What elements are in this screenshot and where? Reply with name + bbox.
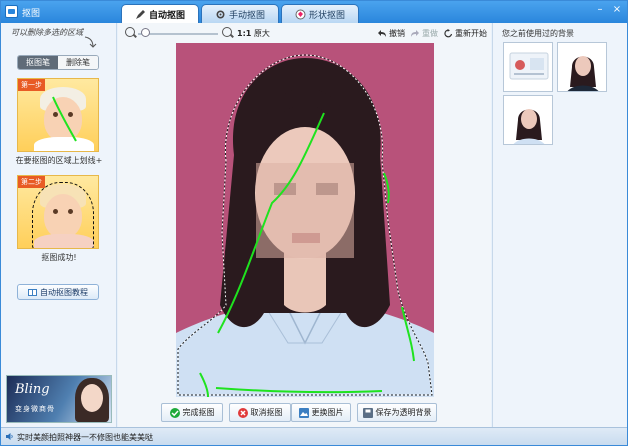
hint-arrow-icon [84, 36, 97, 48]
delete-brush-button[interactable]: 删除笔 [58, 56, 98, 69]
step-one-illustration: 第一步 [17, 78, 99, 152]
id-card-thumbnail [504, 43, 552, 91]
replace-image-button[interactable]: 更换图片 [291, 403, 351, 422]
save-transparent-button[interactable]: 保存为透明背景 [357, 403, 437, 422]
app-logo-icon [5, 5, 18, 18]
selection-outline [32, 182, 94, 248]
status-text[interactable]: 实时美颜拍照神器一不修图也能美美哒 [17, 432, 153, 443]
undo-label: 撤销 [389, 29, 405, 38]
title-bar: 抠图 自动抠图 手动抠图 形状抠图 – × [1, 1, 627, 23]
tab-auto-cutout[interactable]: 自动抠图 [121, 4, 199, 23]
original-size-button[interactable]: 1:1 原大 [237, 28, 270, 39]
tab-label: 形状抠图 [308, 10, 345, 21]
speaker-icon [6, 433, 13, 440]
zoom-in-icon[interactable] [222, 27, 232, 37]
tutorial-button-label: 自动抠图教程 [40, 287, 88, 297]
redo-icon [411, 30, 419, 37]
portrait-photo [176, 43, 434, 397]
cancel-cutout-button[interactable]: 取消抠图 [229, 403, 291, 422]
editor-toolbar: 1:1 原大 撤销 重做 重新开始 [118, 23, 491, 43]
minimize-button[interactable]: – [593, 3, 607, 17]
tab-manual-cutout[interactable]: 手动抠图 [201, 4, 279, 23]
image-icon [298, 407, 309, 418]
redo-button[interactable]: 重做 [410, 28, 438, 39]
step-tag: 第一步 [18, 79, 45, 91]
step-tag: 第二步 [18, 176, 45, 188]
background-thumbnail[interactable] [503, 42, 553, 92]
ratio-text: 1:1 [237, 29, 252, 38]
promo-banner[interactable]: Bling 变身微商骨 [6, 375, 112, 423]
undo-icon [378, 30, 386, 37]
photo-canvas[interactable] [176, 43, 434, 397]
zoom-slider[interactable] [138, 33, 218, 35]
promo-subtitle: 变身微商骨 [15, 405, 55, 413]
editor-panel: 1:1 原大 撤销 重做 重新开始 完成抠图 取消抠图 更换图片 保存为透明背景 [118, 23, 491, 427]
check-icon [169, 407, 180, 418]
model-face [81, 384, 103, 412]
left-panel: 可以删除多选的区域 抠图笔 删除笔 第一步 在要抠图的区域上划线+ 第二步 抠图… [1, 23, 117, 427]
zoom-out-icon[interactable] [125, 27, 135, 37]
restart-button[interactable]: 重新开始 [444, 28, 487, 39]
step-two-illustration: 第二步 [17, 175, 99, 249]
promo-title: Bling [15, 382, 50, 397]
history-panel-title: 您之前使用过的背景 [502, 29, 574, 38]
shape-icon [295, 9, 306, 20]
tab-label: 自动抠图 [148, 10, 185, 21]
save-icon [362, 407, 373, 418]
cutout-brush-button[interactable]: 抠图笔 [18, 56, 58, 69]
step-one-caption: 在要抠图的区域上划线+ [15, 156, 103, 165]
window-title: 抠图 [22, 9, 41, 19]
zoom-slider-handle[interactable] [141, 28, 150, 37]
book-icon [28, 288, 37, 296]
tab-bar: 自动抠图 手动抠图 形状抠图 [121, 4, 359, 23]
tutorial-button[interactable]: 自动抠图教程 [17, 284, 99, 300]
background-thumbnail[interactable] [557, 42, 607, 92]
finish-cutout-label: 完成抠图 [182, 408, 215, 417]
undo-button[interactable]: 撤销 [377, 28, 405, 39]
redo-label: 重做 [422, 29, 438, 38]
finish-cutout-button[interactable]: 完成抠图 [161, 403, 223, 422]
restart-icon [444, 29, 453, 38]
portrait-thumbnail [504, 96, 552, 144]
cancel-icon [237, 407, 248, 418]
step-two-caption: 抠图成功! [41, 253, 77, 262]
background-history-panel: 您之前使用过的背景 [492, 23, 627, 427]
green-stroke-icon [52, 96, 77, 142]
action-bar: 完成抠图 取消抠图 更换图片 保存为透明背景 [118, 401, 491, 425]
restart-label: 重新开始 [455, 29, 487, 38]
portrait-thumbnail [558, 43, 606, 91]
status-bar: 实时美颜拍照神器一不修图也能美美哒 [1, 427, 627, 445]
tab-label: 手动抠图 [228, 10, 265, 21]
tab-shape-cutout[interactable]: 形状抠图 [281, 4, 359, 23]
close-button[interactable]: × [610, 3, 624, 17]
replace-image-label: 更换图片 [311, 408, 344, 417]
pen-icon [135, 9, 146, 20]
gear-icon [215, 9, 226, 20]
brush-mode-toggle: 抠图笔 删除笔 [17, 55, 99, 70]
app-window: 抠图 自动抠图 手动抠图 形状抠图 – × 可以删除多选的区域 抠图笔 删除笔 … [0, 0, 628, 446]
save-transparent-label: 保存为透明背景 [375, 408, 432, 417]
background-thumbnail[interactable] [503, 95, 553, 145]
original-size-label: 原大 [253, 29, 270, 38]
cancel-cutout-label: 取消抠图 [250, 408, 283, 417]
